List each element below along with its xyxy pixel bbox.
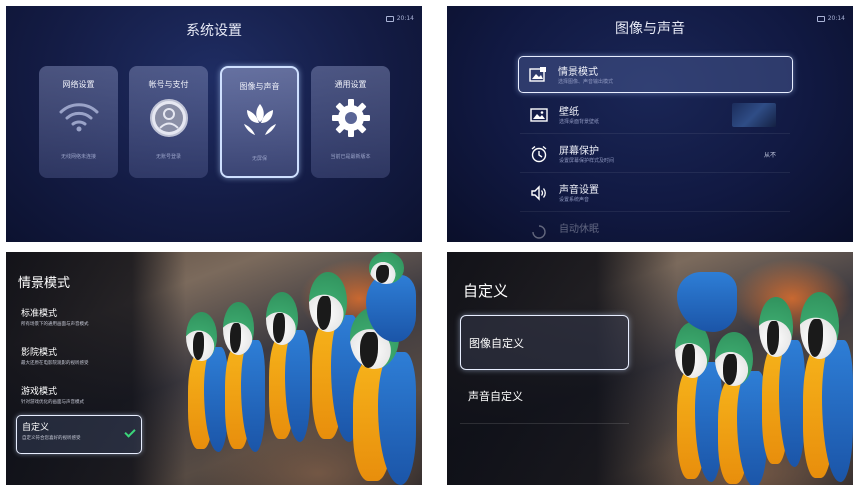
mode-subtitle: 所有场景下的通用画面与声音模式 [21,322,89,327]
row-subtitle: 设置系统声音 [559,197,590,203]
card-subtitle: 无账号登录 [155,154,181,160]
picture-sound-panel: 图像与声音 20:14 情景模式 选择图像、声音输出模式 壁纸 选择桌面背景壁纸… [447,6,853,242]
row-title: 情景模式 [558,67,598,78]
card-label: 帐号与支付 [148,80,189,89]
scene-mode-panel: 情景模式 标准模式 所有场景下的通用画面与声音模式 影院模式 最大还原在电影院观… [6,252,422,485]
card-label: 图像与声音 [239,82,280,91]
row-title: 自动休眠 [559,224,599,235]
card-general-settings[interactable]: 通用设置 当前已是最新版本 [311,66,390,178]
mode-title: 游戏模式 [21,387,58,397]
row-value: 从不 [763,152,776,159]
row-subtitle: 设置屏幕保护样式及时间 [559,158,615,164]
card-network-settings[interactable]: 网络设置 无线网络未连接 [39,66,118,178]
alarm-clock-icon [531,145,547,163]
clock: 20:14 [396,15,414,22]
checkmark-icon [124,426,136,438]
sleep-icon [532,225,546,239]
row-subtitle: 选择桌面背景壁纸 [559,119,600,125]
parrot-image [221,302,265,452]
scene-mode-icon [529,67,546,82]
clock: 20:14 [827,15,845,22]
row-title: 声音设置 [559,185,599,196]
custom-panel: 自定义 图像自定义 声音自定义 [447,252,853,485]
mode-custom[interactable]: 自定义 自定义符合您喜好的视听感受 [16,415,142,454]
row-sound-settings[interactable]: 声音设置 设置系统声音 [520,175,790,212]
display-icon [816,15,825,22]
speaker-icon [531,185,546,201]
gear-icon [331,98,371,142]
mode-standard[interactable]: 标准模式 所有场景下的通用画面与声音模式 [16,302,142,341]
mode-title: 自定义 [22,423,50,433]
row-auto-sleep[interactable]: 自动休眠 [520,214,790,242]
option-label: 图像自定义 [469,337,524,350]
card-subtitle: 无线网络未连接 [60,154,96,160]
card-label: 通用设置 [334,80,367,89]
option-label: 声音自定义 [468,390,523,403]
row-scene-mode[interactable]: 情景模式 选择图像、声音输出模式 [518,56,793,93]
status-bar: 20:14 [816,15,845,22]
card-picture-sound[interactable]: 图像与声音 无屏保 [220,66,299,178]
display-icon [385,15,394,22]
user-icon [149,98,189,142]
system-settings-panel: 系统设置 20:14 网络设置 无线网络未连接 帐号与支付 无账号登录 图像与声… [6,6,422,242]
row-wallpaper[interactable]: 壁纸 选择桌面背景壁纸 [520,97,790,134]
mode-cinema[interactable]: 影院模式 最大还原在电影院观影的视听感受 [16,341,142,380]
parrot-image [366,252,416,342]
wallpaper-icon [530,108,548,122]
mode-subtitle: 最大还原在电影院观影的视听感受 [21,361,89,366]
mode-subtitle: 针对游戏优化的画面与声音模式 [21,400,84,405]
row-title: 屏幕保护 [559,146,599,157]
parrot-image [797,292,853,482]
status-bar: 20:14 [385,15,414,22]
card-subtitle: 当前已是最新版本 [330,154,371,160]
menu-heading: 情景模式 [18,276,71,291]
mode-title: 影院模式 [21,348,58,358]
parrot-image [264,292,310,442]
page-title: 系统设置 [186,23,242,39]
row-subtitle: 选择图像、声音输出模式 [558,79,614,85]
flower-icon [241,100,279,142]
wallpaper-thumbnail [732,103,776,127]
option-sound-custom[interactable]: 声音自定义 [460,369,629,424]
card-label: 网络设置 [62,80,95,89]
row-title: 壁纸 [559,107,579,118]
mode-game[interactable]: 游戏模式 针对游戏优化的画面与声音模式 [16,380,142,419]
card-account-payment[interactable]: 帐号与支付 无账号登录 [129,66,208,178]
wifi-icon [58,98,100,138]
parrot-image [677,252,737,332]
option-picture-custom[interactable]: 图像自定义 [460,315,629,370]
mode-subtitle: 自定义符合您喜好的视听感受 [22,436,81,441]
mode-title: 标准模式 [21,309,58,319]
menu-heading: 自定义 [463,282,509,300]
page-title: 图像与声音 [615,21,685,37]
card-subtitle: 无屏保 [251,156,267,162]
row-screensaver[interactable]: 屏幕保护 设置屏幕保护样式及时间 从不 [520,136,790,173]
